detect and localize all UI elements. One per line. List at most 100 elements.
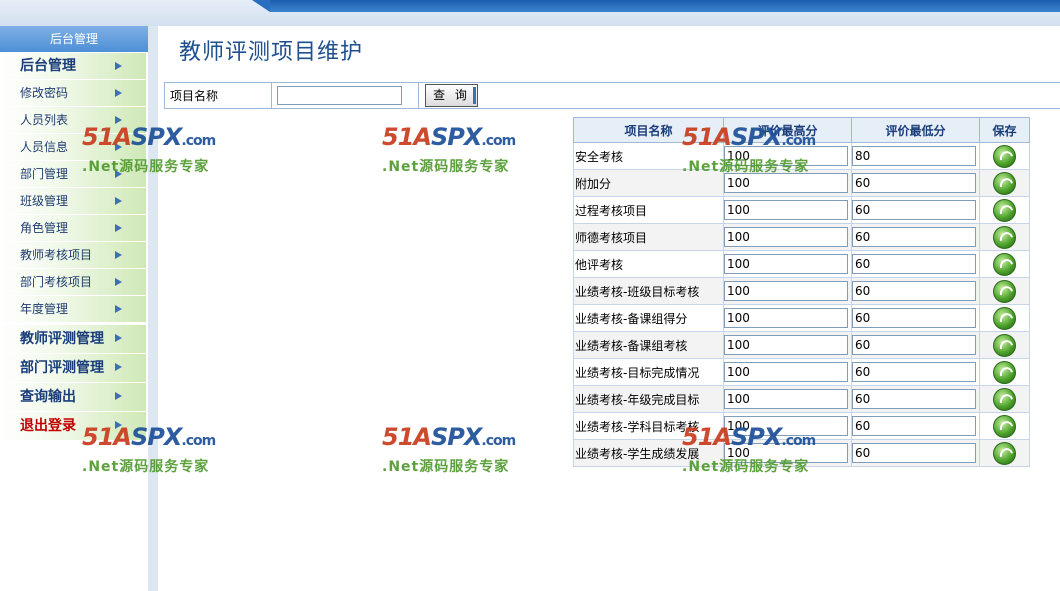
- max-score-input[interactable]: [724, 227, 848, 247]
- project-name-cell: 业绩考核-备课组得分: [573, 304, 724, 332]
- save-icon[interactable]: [993, 252, 1016, 276]
- save-icon[interactable]: [993, 414, 1016, 438]
- table-row: 业绩考核-目标完成情况: [573, 358, 1030, 386]
- sidebar-item[interactable]: 角色管理: [0, 215, 146, 242]
- project-name-cell: 业绩考核-学生成绩发展: [573, 439, 724, 467]
- min-score-input[interactable]: [852, 146, 976, 166]
- sidebar: 后台管理 后台管理 修改密码 人员列表 人员信息 部门管理 班级管理 角色管理 教师考核项目部…: [0, 26, 148, 591]
- header-min-score: 评价最低分: [851, 117, 980, 143]
- table-row: 业绩考核-备课组考核: [573, 331, 1030, 359]
- max-score-input[interactable]: [724, 281, 848, 301]
- max-score-input[interactable]: [724, 362, 848, 382]
- search-button-edge: [473, 87, 476, 104]
- sidebar-item-label: 部门管理: [20, 167, 69, 181]
- header-project-name: 项目名称: [573, 117, 724, 143]
- project-name-cell: 他评考核: [573, 250, 724, 278]
- search-separator: [418, 83, 419, 108]
- project-name-cell: 安全考核: [573, 142, 724, 170]
- min-score-cell: [851, 250, 980, 278]
- sidebar-item-label: 人员列表: [20, 113, 69, 127]
- save-cell: [979, 412, 1030, 440]
- sidebar-item[interactable]: 人员信息: [0, 134, 146, 161]
- sidebar-menu: 后台管理 后台管理 修改密码 人员列表 人员信息 部门管理 班级管理 角色管理 教师考核项目部…: [0, 26, 148, 442]
- sidebar-item[interactable]: 退出登录: [0, 412, 146, 441]
- max-score-input[interactable]: [724, 335, 848, 355]
- min-score-input[interactable]: [852, 335, 976, 355]
- table-row: 业绩考核-班级目标考核: [573, 277, 1030, 305]
- max-score-input[interactable]: [724, 443, 848, 463]
- table-row: 安全考核: [573, 142, 1030, 170]
- sidebar-item-label: 后台管理: [20, 58, 76, 74]
- min-score-input[interactable]: [852, 200, 976, 220]
- max-score-cell: [723, 169, 852, 197]
- max-score-input[interactable]: [724, 146, 848, 166]
- save-cell: [979, 250, 1030, 278]
- min-score-input[interactable]: [852, 281, 976, 301]
- save-icon[interactable]: [993, 171, 1016, 195]
- min-score-input[interactable]: [852, 443, 976, 463]
- save-icon[interactable]: [993, 306, 1016, 330]
- max-score-input[interactable]: [724, 389, 848, 409]
- sidebar-item[interactable]: 修改密码: [0, 80, 146, 107]
- sidebar-item[interactable]: 年度管理: [0, 296, 146, 323]
- watermark-logo: 51ASPX.com .Net源码服务专家: [382, 123, 532, 179]
- header-save: 保存: [979, 117, 1030, 143]
- sidebar-item[interactable]: 教师考核项目: [0, 242, 146, 269]
- save-icon[interactable]: [993, 144, 1016, 168]
- save-icon[interactable]: [993, 279, 1016, 303]
- arrow-right-icon: [115, 62, 122, 70]
- max-score-cell: [723, 142, 852, 170]
- arrow-right-icon: [115, 143, 122, 151]
- sidebar-item[interactable]: 后台管理: [0, 53, 146, 80]
- project-name-cell: 业绩考核-学科目标考核: [573, 412, 724, 440]
- sidebar-divider: [148, 26, 158, 591]
- min-score-cell: [851, 223, 980, 251]
- save-cell: [979, 277, 1030, 305]
- min-score-input[interactable]: [852, 254, 976, 274]
- sidebar-item[interactable]: 班级管理: [0, 188, 146, 215]
- max-score-input[interactable]: [724, 308, 848, 328]
- min-score-cell: [851, 169, 980, 197]
- watermark-num: 51: [382, 123, 414, 151]
- save-icon[interactable]: [993, 387, 1016, 411]
- search-bar: 项目名称 查 询: [164, 82, 1060, 109]
- min-score-input[interactable]: [852, 389, 976, 409]
- save-icon[interactable]: [993, 333, 1016, 357]
- sidebar-item[interactable]: 教师评测管理: [0, 325, 146, 354]
- top-banner-slant: [252, 0, 270, 12]
- sidebar-item[interactable]: 部门评测管理: [0, 354, 146, 383]
- search-button[interactable]: 查 询: [425, 84, 478, 107]
- search-label: 项目名称: [170, 89, 219, 103]
- table-header-row: 项目名称 评价最高分 评价最低分 保存: [573, 117, 1030, 143]
- save-icon[interactable]: [993, 441, 1016, 465]
- save-cell: [979, 196, 1030, 224]
- max-score-cell: [723, 250, 852, 278]
- max-score-input[interactable]: [724, 200, 848, 220]
- min-score-input[interactable]: [852, 308, 976, 328]
- min-score-input[interactable]: [852, 416, 976, 436]
- min-score-input[interactable]: [852, 227, 976, 247]
- min-score-input[interactable]: [852, 362, 976, 382]
- save-icon[interactable]: [993, 225, 1016, 249]
- max-score-cell: [723, 358, 852, 386]
- save-icon[interactable]: [993, 198, 1016, 222]
- save-icon[interactable]: [993, 360, 1016, 384]
- max-score-cell: [723, 277, 852, 305]
- sidebar-item[interactable]: 查询输出: [0, 383, 146, 412]
- max-score-input[interactable]: [724, 173, 848, 193]
- sidebar-item[interactable]: 部门管理: [0, 161, 146, 188]
- min-score-input[interactable]: [852, 173, 976, 193]
- top-banner-stripe: [270, 0, 1060, 12]
- search-input[interactable]: [277, 86, 402, 105]
- table-row: 业绩考核-学生成绩发展: [573, 439, 1030, 467]
- save-cell: [979, 331, 1030, 359]
- max-score-cell: [723, 439, 852, 467]
- table-row: 业绩考核-备课组得分: [573, 304, 1030, 332]
- sidebar-item[interactable]: 部门考核项目: [0, 269, 146, 296]
- arrow-right-icon: [115, 116, 122, 124]
- arrow-right-icon: [115, 334, 122, 342]
- sidebar-item[interactable]: 人员列表: [0, 107, 146, 134]
- max-score-input[interactable]: [724, 416, 848, 436]
- min-score-cell: [851, 331, 980, 359]
- max-score-input[interactable]: [724, 254, 848, 274]
